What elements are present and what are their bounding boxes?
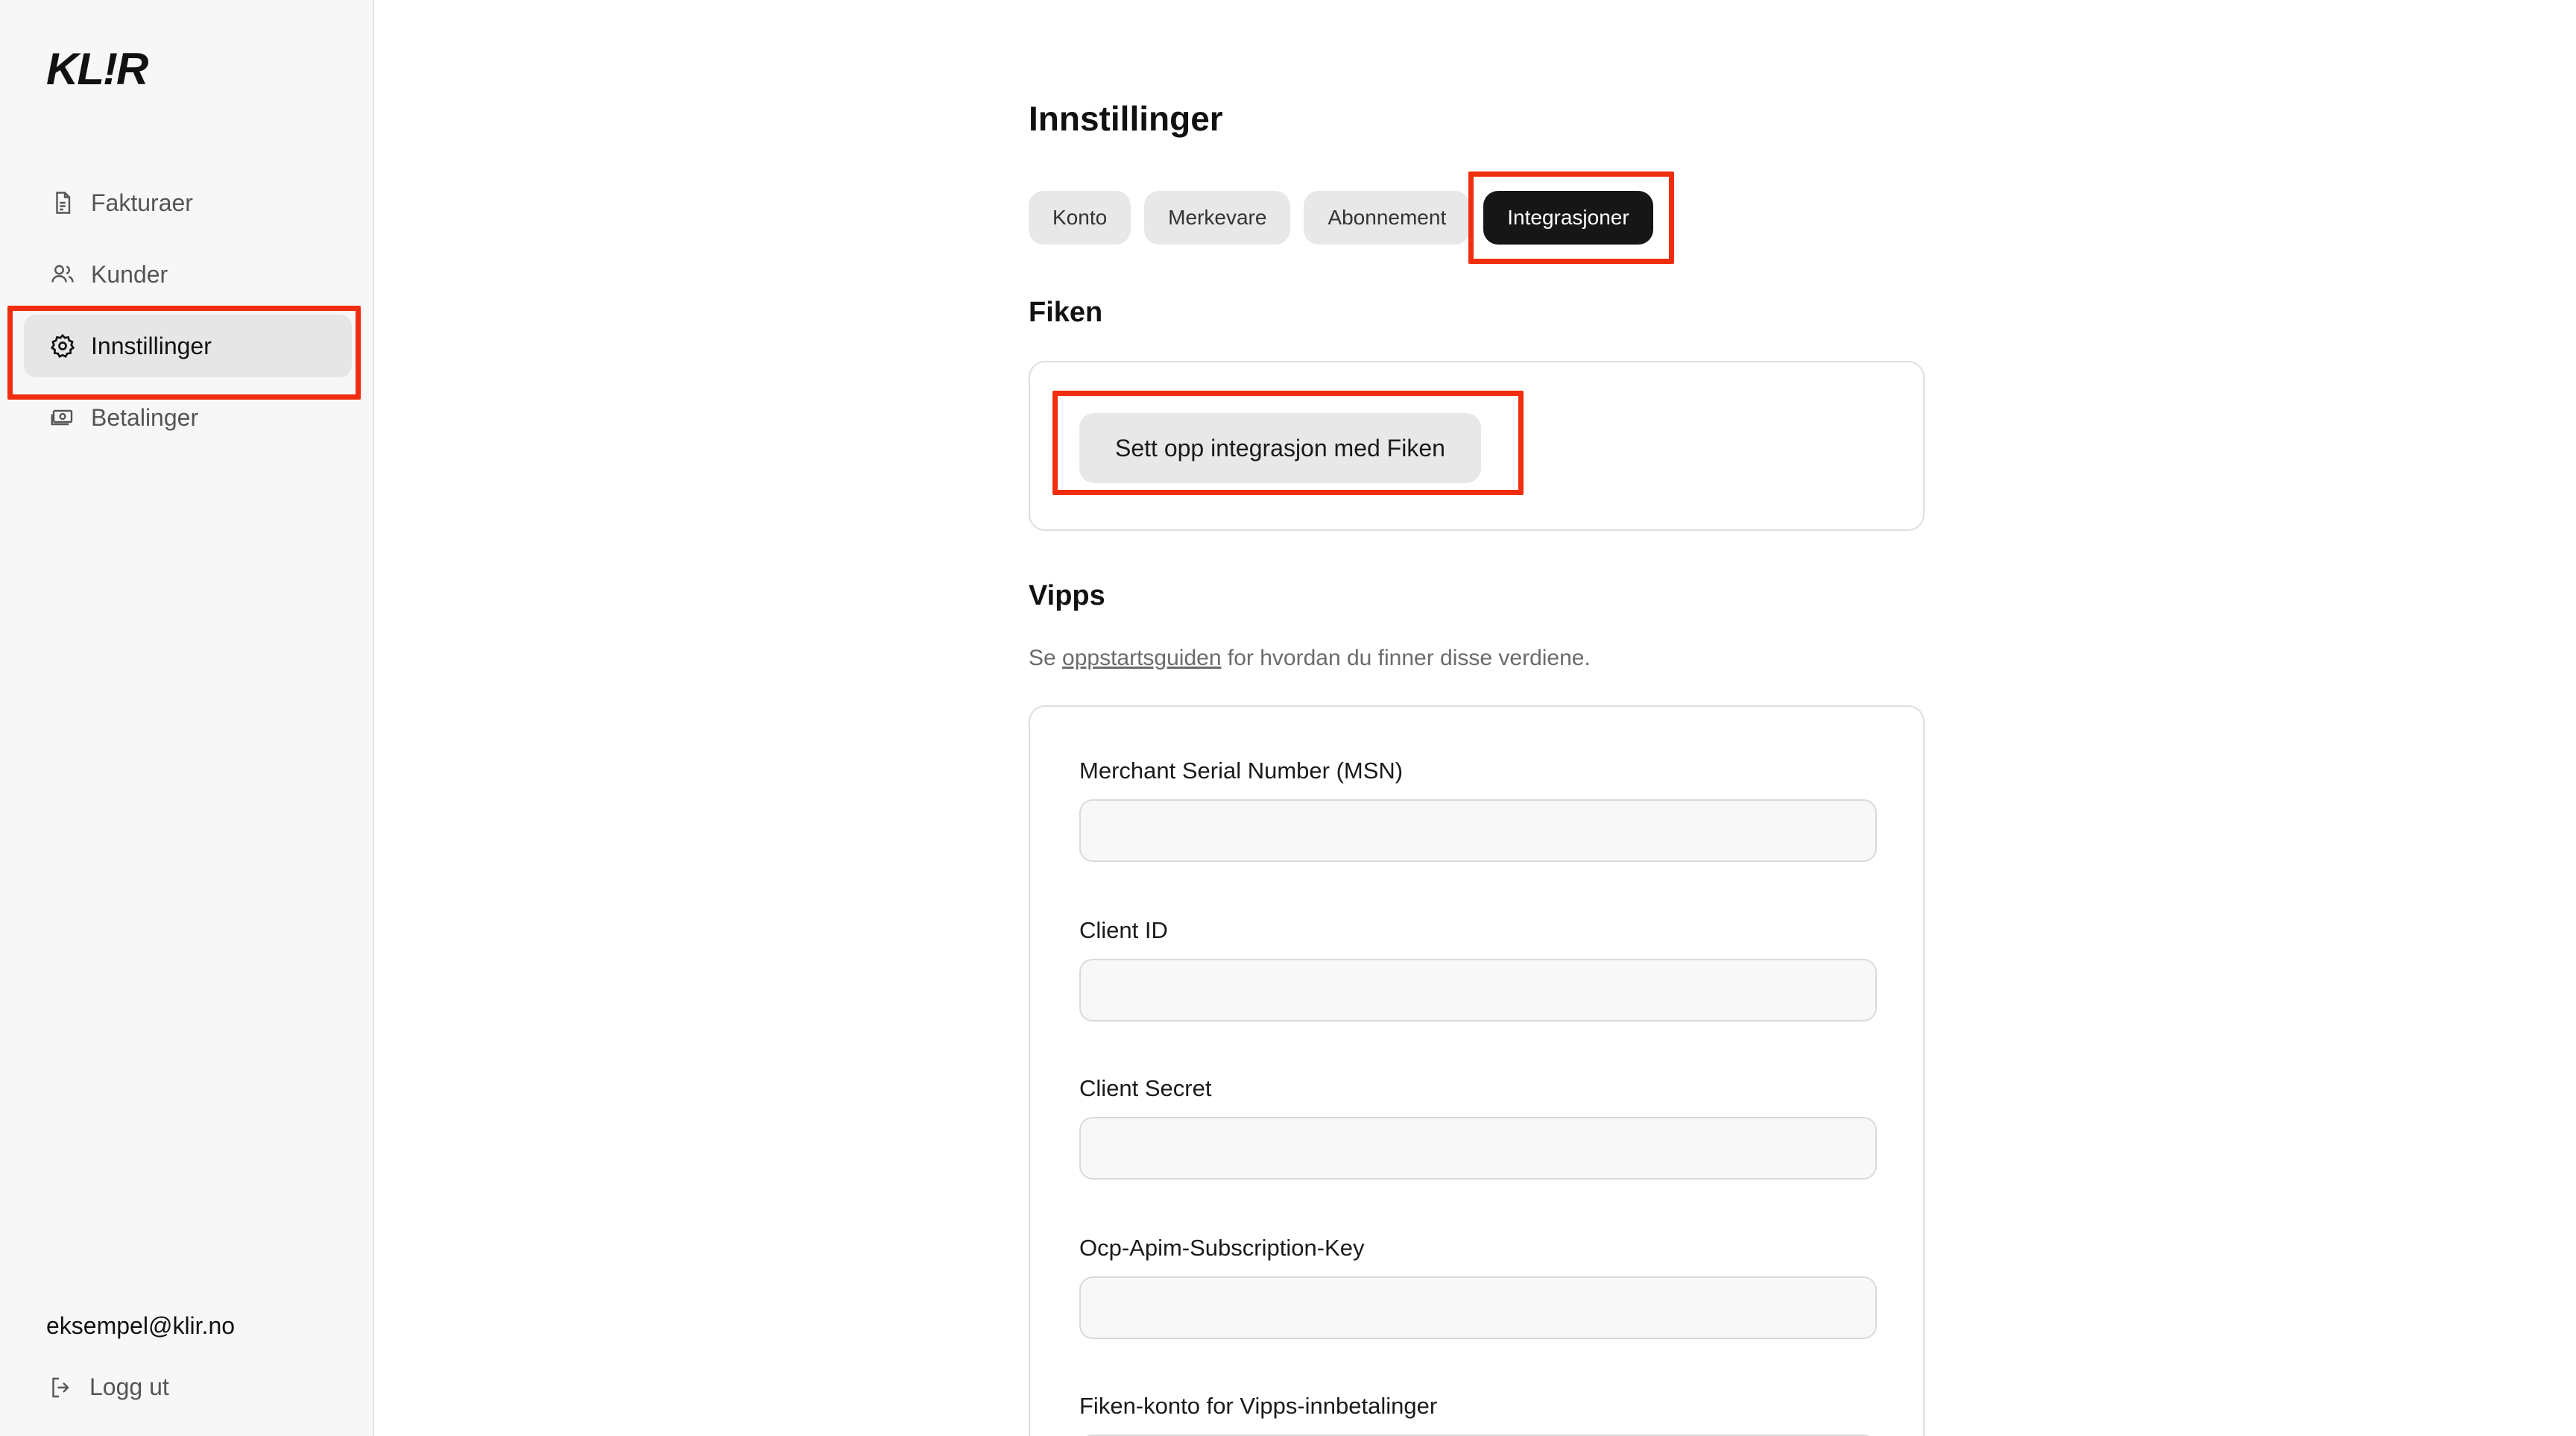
- banknote-icon: [49, 404, 76, 431]
- sidebar-item-kunder[interactable]: Kunder: [24, 243, 352, 306]
- onboarding-guide-link[interactable]: oppstartsguiden: [1062, 646, 1222, 670]
- msn-label: Merchant Serial Number (MSN): [1079, 758, 1404, 784]
- fiken-card: Sett opp integrasjon med Fiken: [1029, 361, 1925, 531]
- client-secret-label: Client Secret: [1079, 1075, 1212, 1101]
- client-id-label: Client ID: [1079, 917, 1168, 943]
- sidebar: KL!R Fakturaer Kunder Innstillinger Beta…: [0, 0, 374, 1436]
- subscription-key-label: Ocp-Apim-Subscription-Key: [1079, 1235, 1365, 1261]
- vipps-description: Se oppstartsguiden for hvordan du finner…: [1029, 646, 1591, 671]
- sidebar-item-innstillinger[interactable]: Innstillinger: [24, 315, 352, 377]
- sidebar-item-betalinger[interactable]: Betalinger: [24, 386, 352, 449]
- sidebar-item-label: Kunder: [91, 260, 168, 288]
- tab-konto[interactable]: Konto: [1029, 191, 1131, 245]
- client-secret-input[interactable]: [1079, 1117, 1877, 1180]
- vipps-section-title: Vipps: [1029, 580, 1105, 611]
- msn-input[interactable]: [1079, 799, 1877, 862]
- tab-merkevare[interactable]: Merkevare: [1144, 191, 1291, 245]
- subscription-key-input[interactable]: [1079, 1276, 1877, 1339]
- page-title: Innstillinger: [1029, 99, 1223, 138]
- sidebar-nav: Fakturaer Kunder Innstillinger Betalinge…: [24, 171, 352, 458]
- sidebar-item-label: Betalinger: [91, 403, 199, 431]
- sidebar-item-label: Fakturaer: [91, 189, 193, 216]
- settings-tabs: Konto Merkevare Abonnement Integrasjoner: [1029, 191, 1667, 245]
- users-icon: [49, 261, 76, 288]
- vipps-desc-prefix: Se: [1029, 646, 1063, 670]
- logout-label: Logg ut: [89, 1373, 169, 1400]
- client-id-input[interactable]: [1079, 959, 1877, 1021]
- sidebar-item-fakturaer[interactable]: Fakturaer: [24, 171, 352, 234]
- klir-logo[interactable]: KL!R: [46, 43, 148, 95]
- gear-icon: [49, 333, 76, 359]
- fiken-section-title: Fiken: [1029, 297, 1103, 328]
- vipps-desc-suffix: for hvordan du finner disse verdiene.: [1221, 646, 1591, 670]
- sidebar-item-label: Innstillinger: [91, 332, 212, 359]
- logout-icon: [48, 1374, 75, 1401]
- tab-abonnement[interactable]: Abonnement: [1304, 191, 1471, 245]
- setup-fiken-integration-button[interactable]: Sett opp integrasjon med Fiken: [1079, 413, 1481, 483]
- user-email: eksempel@klir.no: [46, 1312, 236, 1339]
- logout-button[interactable]: Logg ut: [48, 1373, 169, 1401]
- vipps-card: Merchant Serial Number (MSN) Client ID C…: [1029, 705, 1925, 1436]
- fiken-account-label: Fiken-konto for Vipps-innbetalinger: [1079, 1393, 1438, 1419]
- document-icon: [49, 189, 76, 216]
- tab-integrasjoner[interactable]: Integrasjoner: [1483, 191, 1653, 245]
